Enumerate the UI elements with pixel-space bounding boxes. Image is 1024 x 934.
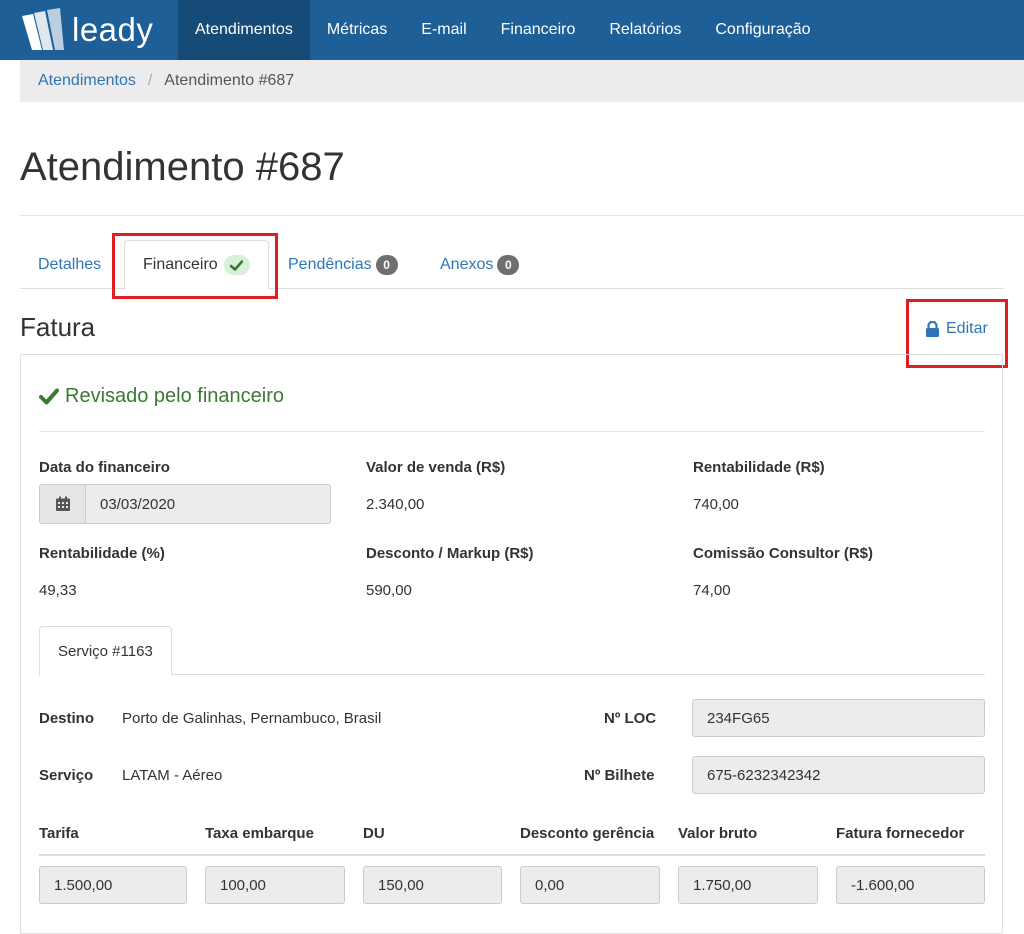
tab-anexos[interactable]: Anexos 0 [440, 240, 520, 289]
column-label-du: DU [363, 825, 385, 842]
service-tabs: Serviço #1163 [39, 626, 985, 676]
tab-anexos-label: Anexos [440, 255, 494, 273]
nav-item-metricas[interactable]: Métricas [310, 0, 404, 60]
fatura-fornecedor-field[interactable]: -1.600,00 [836, 866, 985, 904]
destination-value: Porto de Galinhas, Pernambuco, Brasil [122, 710, 382, 727]
desconto-gerencia-field[interactable]: 0,00 [520, 866, 660, 904]
panel-divider [39, 431, 985, 432]
commission-value: 74,00 [693, 582, 731, 599]
date-field: 03/03/2020 [39, 484, 331, 524]
title-divider [20, 215, 1024, 216]
column-label-fatura-fornecedor: Fatura fornecedor [836, 825, 965, 842]
profit-pct-value: 49,33 [39, 582, 77, 599]
tab-detalhes[interactable]: Detalhes [38, 240, 101, 289]
ticket-label: Nº Bilhete [584, 767, 655, 784]
sale-value: 2.340,00 [366, 496, 425, 513]
nav-item-email[interactable]: E-mail [404, 0, 483, 60]
profit-label: Rentabilidade (R$) [693, 459, 825, 476]
tab-pendencias-label: Pendências [288, 255, 372, 273]
service-label: Serviço [39, 767, 94, 784]
date-label: Data do financeiro [39, 459, 170, 476]
anexos-count-badge: 0 [497, 254, 520, 275]
breadcrumb-link-atendimentos[interactable]: Atendimentos [38, 72, 136, 90]
date-input: 03/03/2020 [100, 495, 176, 513]
valor-bruto-field[interactable]: 1.750,00 [678, 866, 818, 904]
taxa-embarque-field[interactable]: 100,00 [205, 866, 345, 904]
nav-item-configuracao[interactable]: Configuração [698, 0, 827, 60]
breadcrumb-separator: / [147, 72, 153, 89]
nav-item-atendimentos[interactable]: Atendimentos [178, 0, 310, 60]
reviewed-status: Revisado pelo financeiro [39, 385, 284, 408]
tarifa-field[interactable]: 1.500,00 [39, 866, 187, 904]
loc-label: Nº LOC [604, 710, 657, 727]
tab-pendencias[interactable]: Pendências 0 [288, 240, 398, 289]
destination-label: Destino [39, 710, 95, 727]
column-label-valor-bruto: Valor bruto [678, 825, 758, 842]
discount-label: Desconto / Markup (R$) [366, 545, 534, 562]
commission-label: Comissão Consultor (R$) [693, 545, 874, 562]
nav-item-financeiro[interactable]: Financeiro [484, 0, 593, 60]
page-title: Atendimento #687 [20, 145, 345, 189]
highlight-box-financeiro-tab [112, 233, 278, 299]
profit-value: 740,00 [693, 496, 739, 513]
invoice-panel: Revisado pelo financeiro Data do finance… [20, 354, 1003, 934]
column-label-taxa-embarque: Taxa embarque [205, 825, 314, 842]
columns-divider [39, 854, 985, 856]
service-value: LATAM - Aéreo [122, 767, 223, 784]
calendar-icon [40, 485, 86, 523]
top-navbar: leady Atendimentos Métricas E-mail Finan… [0, 0, 1024, 60]
breadcrumb: Atendimentos / Atendimento #687 [20, 60, 1024, 102]
column-label-tarifa: Tarifa [39, 825, 79, 842]
reviewed-status-label: Revisado pelo financeiro [65, 385, 285, 407]
sale-value-label: Valor de venda (R$) [366, 459, 506, 476]
column-label-desconto-gerencia: Desconto gerência [520, 825, 655, 842]
profit-pct-label: Rentabilidade (%) [39, 545, 165, 562]
leady-logo-icon [22, 8, 64, 50]
brand-name: leady [72, 11, 154, 48]
check-icon [39, 388, 59, 405]
ticket-field[interactable]: 675-6232342342 [692, 756, 985, 794]
section-title-fatura: Fatura [20, 312, 96, 342]
brand[interactable]: leady [0, 0, 178, 60]
du-field[interactable]: 150,00 [363, 866, 502, 904]
breadcrumb-current: Atendimento #687 [164, 72, 295, 89]
discount-value: 590,00 [366, 582, 412, 599]
loc-field[interactable]: 234FG65 [692, 699, 985, 737]
tab-detalhes-label: Detalhes [38, 255, 102, 273]
nav-item-relatorios[interactable]: Relatórios [592, 0, 698, 60]
pendencias-count-badge: 0 [375, 254, 398, 275]
tab-servico-1163[interactable]: Serviço #1163 [39, 626, 172, 676]
